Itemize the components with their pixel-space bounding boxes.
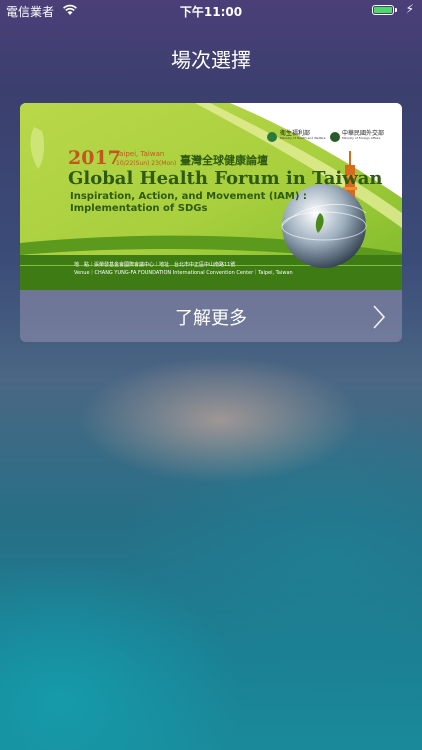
organizer-2-name-en: Ministry of Foreign Affairs [342,136,381,140]
learn-more-button[interactable]: 了解更多 [20,290,402,342]
venue-line-2: Venue｜CHANG YUNG-FA FOUNDATION Internati… [74,270,293,276]
status-time: 下午11:00 [179,5,243,19]
event-title-zh: 臺灣全球健康論壇 [180,154,268,167]
battery-icon [372,5,397,15]
page-title: 場次選擇 [171,48,251,72]
event-location: Taipei, Taiwan [116,150,165,158]
learn-more-label: 了解更多 [175,308,247,329]
event-subtitle-line-1: Inspiration, Action, and Movement (IAM) … [70,191,307,202]
navigation-bar: 場次選擇 [0,22,422,88]
event-subtitle-line-2: Implementation of SDGs [70,203,208,214]
event-dates: 10/22(Sun) 23(Mon) [116,160,177,167]
venue-line-1: 地 點｜張榮發基金會國際會議中心｜地址 台北市中正區中山南路11號 [74,262,236,268]
organizer-1-name-en: Ministry of Health and Welfare [280,136,326,140]
chevron-right-icon [373,305,386,329]
event-banner[interactable]: 衛生福利部 Ministry of Health and Welfare 中華民… [20,103,402,290]
event-year: 2017 [68,147,121,169]
charging-bolt-icon: ⚡ [405,2,414,16]
status-bar: 電信業者 下午11:00 ⚡ [0,0,422,22]
event-card[interactable]: 衛生福利部 Ministry of Health and Welfare 中華民… [20,103,402,342]
event-title-en: Global Health Forum in Taiwan [68,168,383,189]
